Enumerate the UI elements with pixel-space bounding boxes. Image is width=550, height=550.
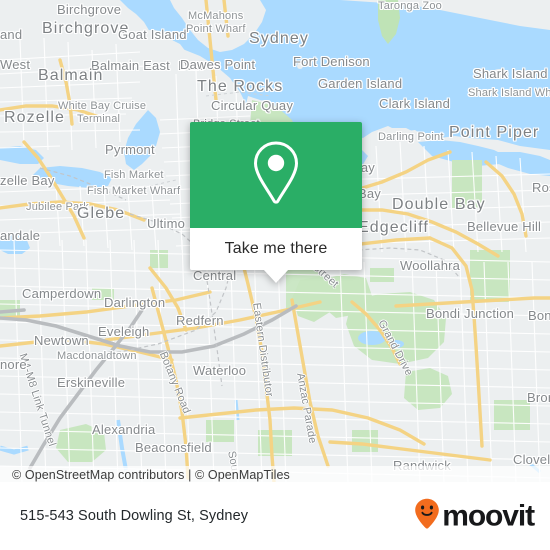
map-pin-icon xyxy=(250,140,302,211)
footer-bar: 515-543 South Dowling St, Sydney moovit xyxy=(0,482,550,550)
moovit-pin-icon xyxy=(414,498,440,535)
map-canvas[interactable]: Birchgrove Birchgrove Goat Island McMahons P… xyxy=(0,0,550,482)
address-label: 515-543 South Dowling St, Sydney xyxy=(20,508,249,524)
popup-image-area xyxy=(190,122,362,228)
take-me-there-button[interactable]: Take me there xyxy=(225,240,328,258)
map-attribution-bar: © OpenStreetMap contributors | © OpenMap… xyxy=(0,466,550,483)
popup-action-area[interactable]: Take me there xyxy=(190,228,362,283)
attribution-text[interactable]: © OpenStreetMap contributors | © OpenMap… xyxy=(0,468,290,482)
destination-popup-card[interactable]: Take me there xyxy=(190,122,362,283)
map-screenshot: Birchgrove Birchgrove Goat Island McMahons P… xyxy=(0,0,550,550)
moovit-logo[interactable]: moovit xyxy=(414,498,535,535)
moovit-wordmark: moovit xyxy=(442,499,535,532)
popup-pointer xyxy=(263,269,289,283)
